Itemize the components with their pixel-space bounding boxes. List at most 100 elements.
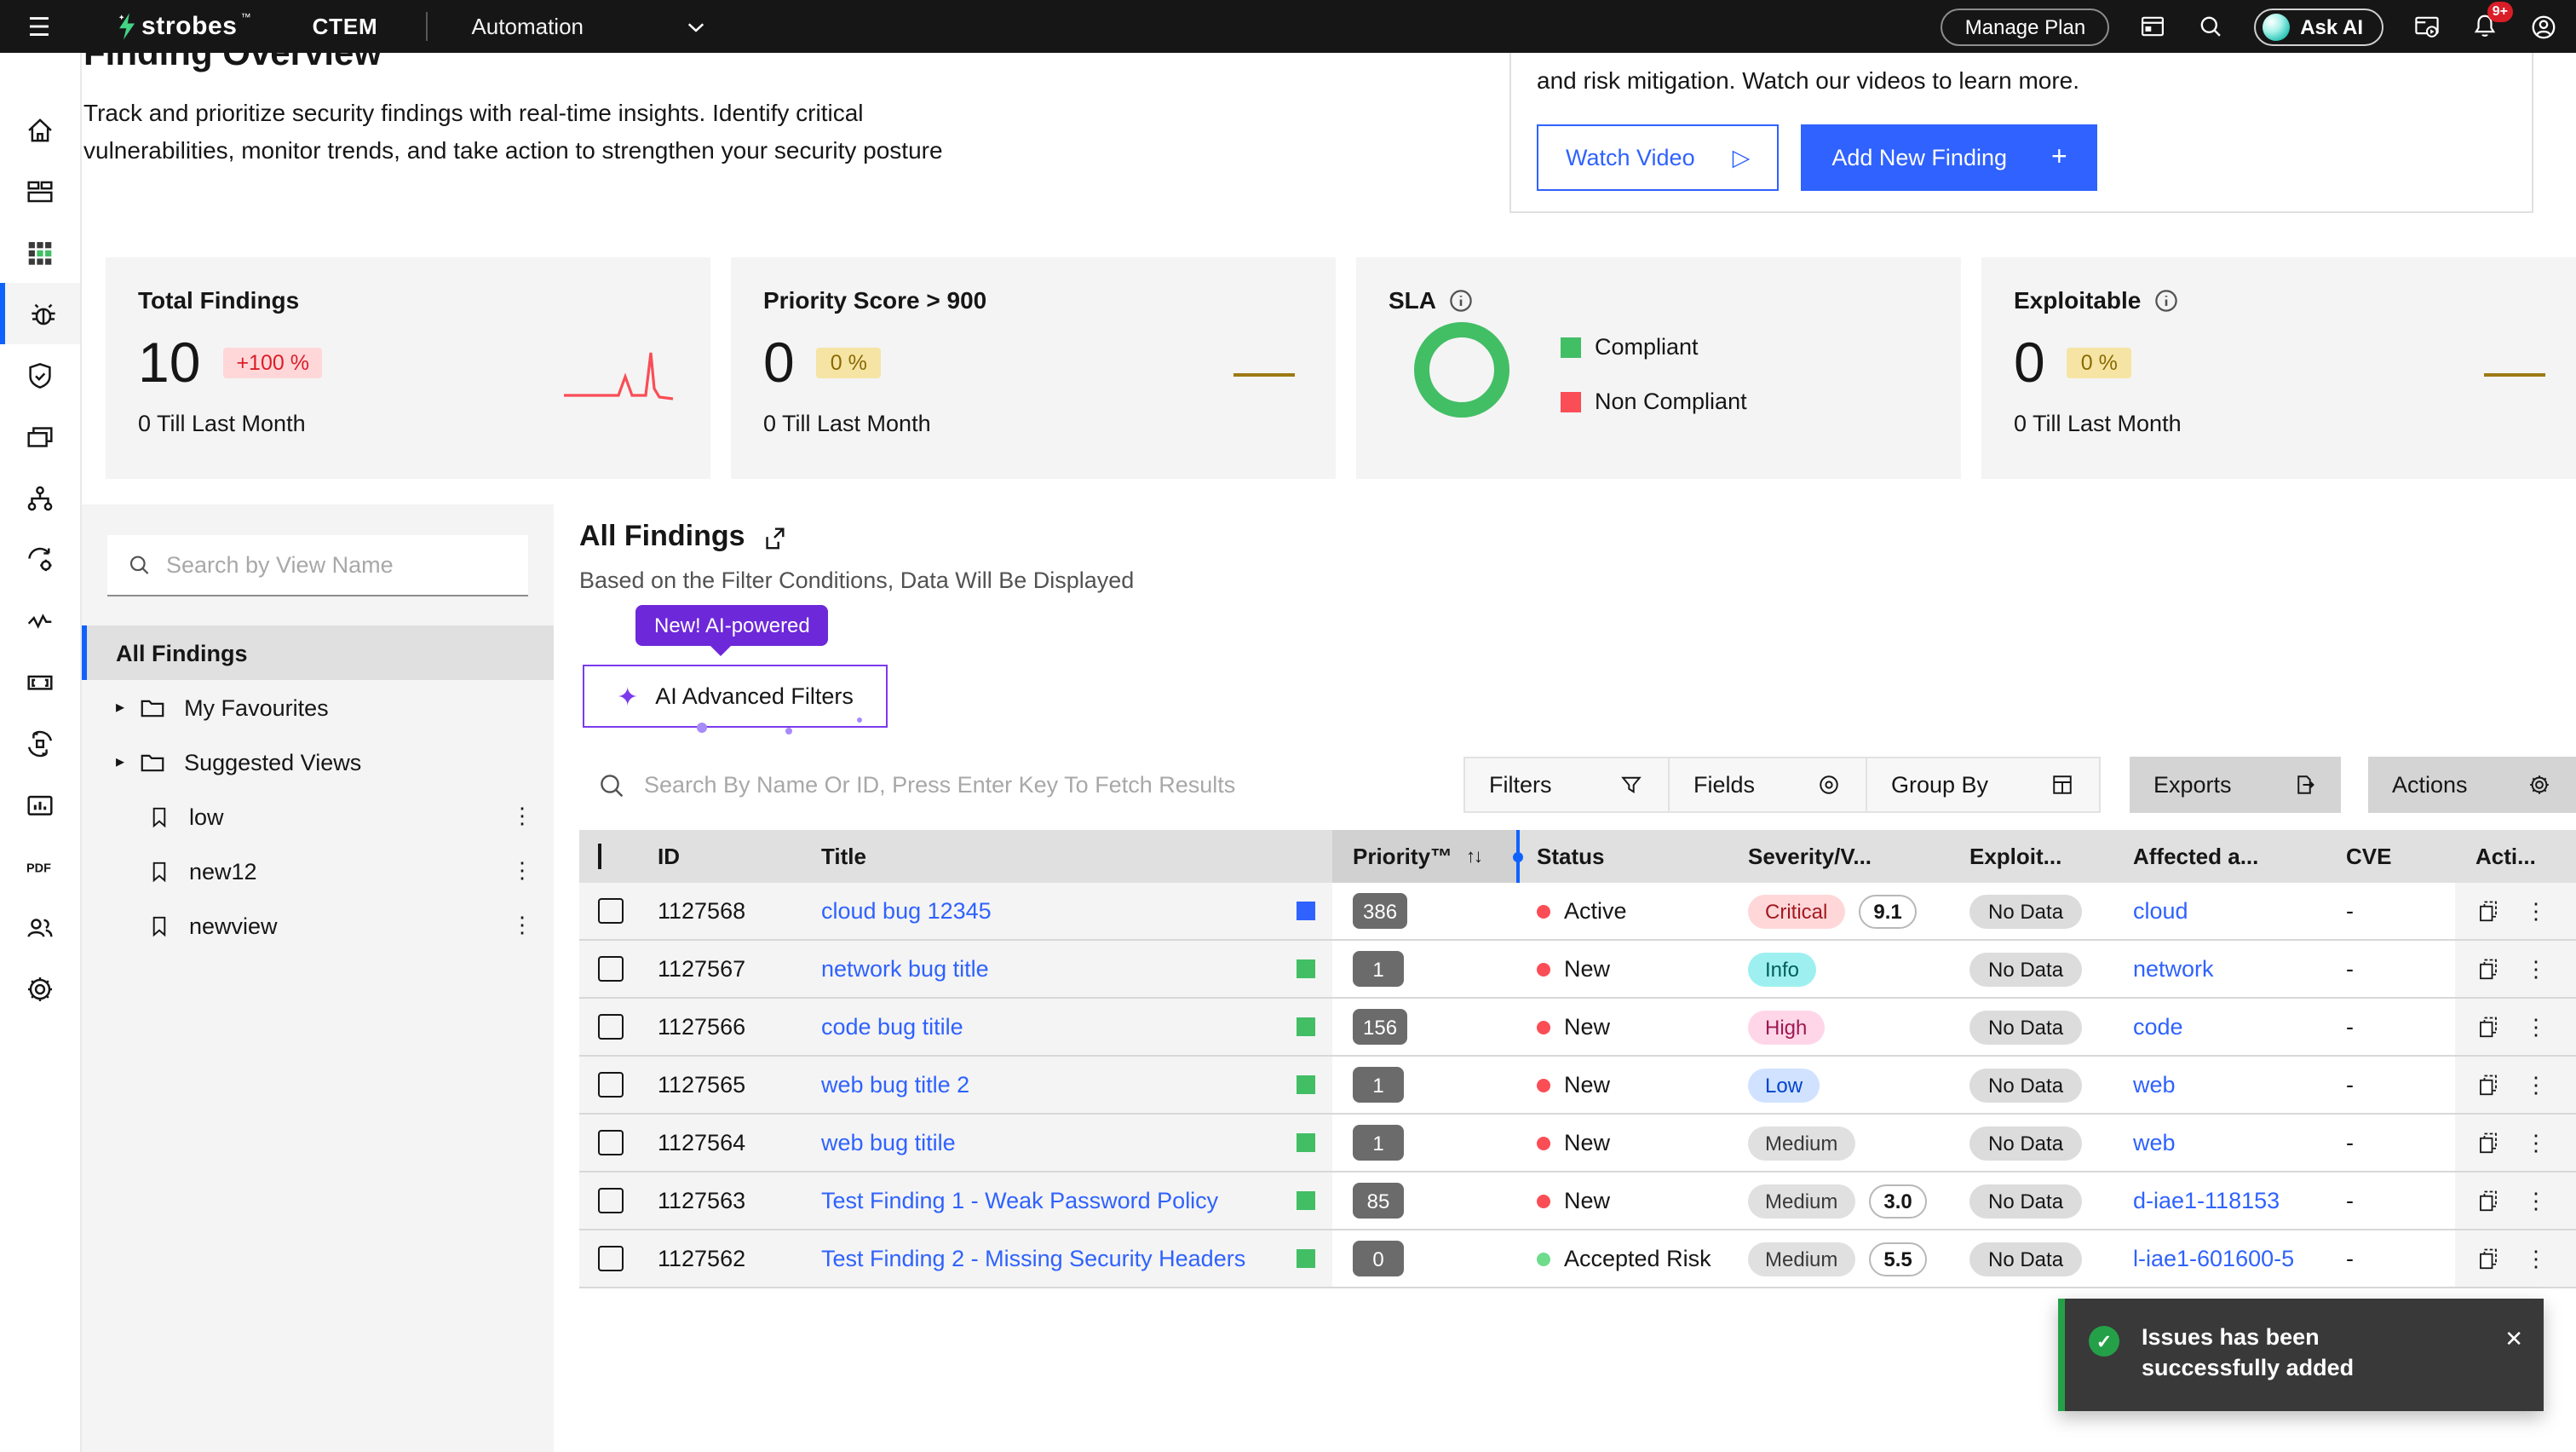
affected-asset-link[interactable]: web [2133,1072,2176,1098]
bell-icon[interactable]: 9+ [2470,2,2513,41]
finding-title-link[interactable]: Test Finding 1 - Weak Password Policy [821,1188,1218,1213]
findings-search-box[interactable] [579,771,1463,798]
actions-button[interactable]: Actions [2368,757,2576,813]
info-icon[interactable] [1448,287,1474,313]
sidebar-item-users[interactable] [0,896,80,958]
filters-button[interactable]: Filters [1463,757,1670,813]
row-checkbox[interactable] [598,1246,624,1271]
col-title[interactable]: Title [801,844,1332,869]
sidebar-item-bug[interactable] [0,283,80,344]
row-checkbox[interactable] [598,1072,624,1098]
module-selector-label[interactable]: Automation [471,14,584,39]
row-checkbox[interactable] [598,1014,624,1040]
finding-title-link[interactable]: code bug titile [821,1014,963,1040]
sort-icon[interactable]: ↑↓ [1466,846,1483,867]
view-search-box[interactable] [107,535,528,596]
chevron-down-icon[interactable] [686,20,704,33]
copy-button[interactable] [2475,898,2501,924]
sidebar-item-activity[interactable] [0,590,80,651]
row-kebab-menu[interactable]: ⋮ [2525,955,2547,982]
column-resize-indicator[interactable] [1513,830,1523,883]
toast-close-icon[interactable]: ✕ [2504,1326,2523,1411]
copy-button[interactable] [2475,1130,2501,1155]
col-id[interactable]: ID [637,844,801,869]
sidebar-item-report[interactable] [0,774,80,835]
affected-asset-link[interactable]: d-iae1-118153 [2133,1188,2280,1213]
folder-item[interactable]: ▸ My Favourites [82,680,554,735]
view-search-input[interactable] [165,552,508,578]
kebab-menu-icon[interactable]: ⋮ [511,803,533,830]
hamburger-menu-icon[interactable]: ☰ [17,11,61,42]
sidebar-item-automation-sync[interactable] [0,528,80,590]
row-kebab-menu[interactable]: ⋮ [2525,1187,2547,1214]
affected-asset-link[interactable]: l-iae1-601600-5 [2133,1246,2294,1271]
row-checkbox[interactable] [598,898,624,924]
col-severity[interactable]: Severity/V... [1728,844,1949,869]
caret-right-icon[interactable]: ▸ [116,752,124,771]
row-kebab-menu[interactable]: ⋮ [2525,1013,2547,1040]
group-by-button[interactable]: Group By [1867,757,2101,813]
sidebar-item-pdf[interactable]: PDF [0,835,80,896]
select-all-checkbox[interactable] [598,844,601,869]
account-icon[interactable] [2528,11,2559,42]
row-kebab-menu[interactable]: ⋮ [2525,1129,2547,1156]
strobes-logo[interactable]: strobes ™ [116,12,251,41]
row-kebab-menu[interactable]: ⋮ [2525,1071,2547,1098]
finding-title-link[interactable]: web bug titile [821,1130,956,1155]
copy-button[interactable] [2475,1072,2501,1098]
expand-icon[interactable] [762,524,788,550]
finding-title-link[interactable]: web bug title 2 [821,1072,969,1098]
view-item-all-findings[interactable]: All Findings [82,625,554,680]
row-kebab-menu[interactable]: ⋮ [2525,897,2547,925]
affected-asset-link[interactable]: code [2133,1014,2183,1040]
sidebar-item-home[interactable] [0,99,80,160]
sidebar-item-shield-check[interactable] [0,344,80,406]
sidebar-item-cards[interactable] [0,406,80,467]
finding-title-link[interactable]: Test Finding 2 - Missing Security Header… [821,1246,1245,1271]
col-cve[interactable]: CVE [2326,844,2455,869]
kebab-menu-icon[interactable]: ⋮ [511,857,533,884]
affected-asset-link[interactable]: cloud [2133,898,2188,924]
findings-search-input[interactable] [644,772,1360,798]
search-icon[interactable] [2196,12,2225,41]
sidebar-item-ai-agent[interactable] [0,712,80,774]
sidebar-item-dashboard[interactable] [0,160,80,222]
copy-button[interactable] [2475,1014,2501,1040]
add-new-finding-button[interactable]: Add New Finding + [1801,124,2098,191]
row-kebab-menu[interactable]: ⋮ [2525,1245,2547,1272]
copy-button[interactable] [2475,1188,2501,1213]
finding-title-link[interactable]: network bug title [821,956,989,982]
exports-button[interactable]: Exports [2130,757,2341,813]
view-item[interactable]: new12 ⋮ [82,844,554,898]
caret-right-icon[interactable]: ▸ [116,698,124,717]
kebab-menu-icon[interactable]: ⋮ [511,912,533,939]
row-checkbox[interactable] [598,1130,624,1155]
video-tutorial-icon[interactable] [2412,12,2441,41]
col-actions[interactable]: Acti... [2455,844,2576,869]
col-affected[interactable]: Affected a... [2113,844,2326,869]
folder-item[interactable]: ▸ Suggested Views [82,735,554,789]
ask-ai-button[interactable]: Ask AI [2254,8,2383,45]
watch-video-button[interactable]: Watch Video ▷ [1537,124,1780,191]
sidebar-item-ticket[interactable] [0,651,80,712]
view-item[interactable]: newview ⋮ [82,898,554,953]
row-checkbox[interactable] [598,956,624,982]
ai-advanced-filters-button[interactable]: ✦ AI Advanced Filters [583,665,888,735]
row-checkbox[interactable] [598,1188,624,1213]
finding-title-link[interactable]: cloud bug 12345 [821,898,992,924]
col-status[interactable]: Status [1516,844,1728,869]
view-item[interactable]: low ⋮ [82,789,554,844]
col-priority[interactable]: Priority™ ↑↓ [1332,830,1516,883]
copy-button[interactable] [2475,956,2501,982]
sidebar-item-hierarchy[interactable] [0,467,80,528]
sidebar-item-asset-grid[interactable] [0,222,80,283]
affected-asset-link[interactable]: web [2133,1130,2176,1155]
fields-button[interactable]: Fields [1670,757,1867,813]
sidebar-item-settings[interactable] [0,958,80,1019]
info-icon[interactable] [2153,287,2178,313]
affected-asset-link[interactable]: network [2133,956,2214,982]
panel-icon[interactable] [2138,12,2167,41]
copy-button[interactable] [2475,1246,2501,1271]
col-exploit[interactable]: Exploit... [1949,844,2113,869]
manage-plan-button[interactable]: Manage Plan [1941,8,2110,45]
